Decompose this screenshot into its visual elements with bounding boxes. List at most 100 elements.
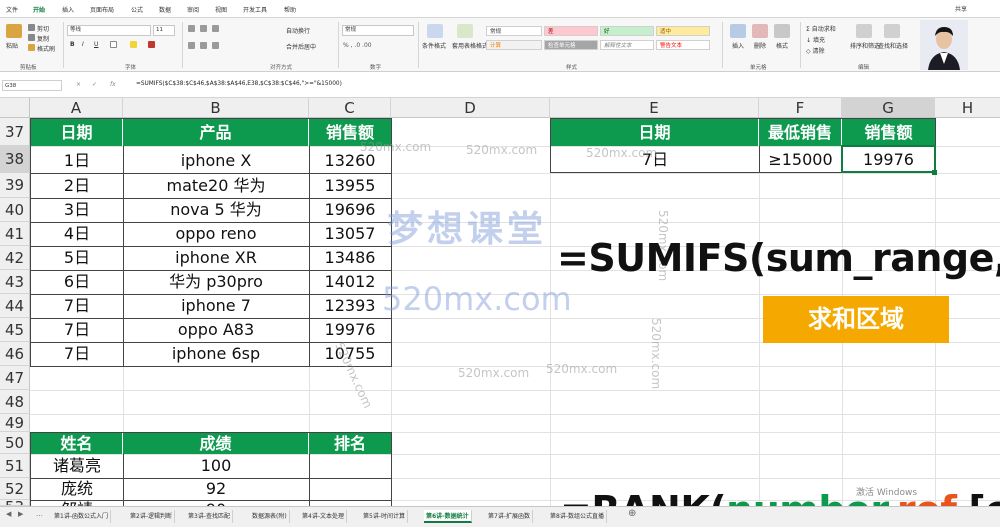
tab-developer[interactable]: 开发工具 xyxy=(243,5,267,14)
sales-cell[interactable]: 13486 xyxy=(309,246,391,270)
col-header-h[interactable]: H xyxy=(935,98,1000,118)
sales-cell[interactable]: 12393 xyxy=(309,294,391,318)
share-button[interactable]: 共享 xyxy=(955,4,967,13)
font-size-select[interactable]: 11 xyxy=(153,25,175,36)
find-select-icon[interactable] xyxy=(884,24,900,38)
name-box[interactable]: G38 xyxy=(2,80,62,91)
style-check-cell[interactable]: 检查单元格 xyxy=(544,40,598,50)
score-cell[interactable]: 诸葛亮 xyxy=(31,454,123,478)
lookup-min-sales-cell[interactable]: ≥15000 xyxy=(759,147,842,173)
style-calculation[interactable]: 计算 xyxy=(486,40,542,50)
cut-icon[interactable] xyxy=(28,24,35,31)
row-header-41[interactable]: 41 xyxy=(0,222,30,246)
tab-file[interactable]: 文件 xyxy=(6,5,18,14)
add-sheet-icon[interactable]: ⊕ xyxy=(628,508,636,519)
style-neutral[interactable]: 适中 xyxy=(656,26,710,36)
style-good[interactable]: 好 xyxy=(600,26,654,36)
sales-cell[interactable]: 4日 xyxy=(31,222,123,246)
delete-cells-button[interactable]: 删除 xyxy=(754,41,766,50)
conditional-format-icon[interactable] xyxy=(427,24,443,38)
number-format-select[interactable]: 常规 xyxy=(342,25,414,36)
formula-input[interactable]: =SUMIFS($C$38:$C$46,$A$38:$A$46,E38,$C$3… xyxy=(136,81,342,87)
tab-page-layout[interactable]: 页面布局 xyxy=(90,5,114,14)
enter-icon[interactable]: ✓ xyxy=(92,81,103,88)
align-middle-icon[interactable] xyxy=(200,25,207,32)
style-warning[interactable]: 警告文本 xyxy=(656,40,710,50)
col-header-a[interactable]: A xyxy=(30,98,123,118)
sheet-tab[interactable]: 数据源表(附) xyxy=(250,510,290,523)
tab-data[interactable]: 数据 xyxy=(159,5,171,14)
sales-cell[interactable]: 7日 xyxy=(31,342,123,366)
sort-filter-icon[interactable] xyxy=(856,24,872,38)
cut-button[interactable]: 剪切 xyxy=(37,24,49,33)
row-header-52[interactable]: 52 xyxy=(0,478,30,500)
paste-button[interactable]: 粘贴 xyxy=(6,41,18,50)
cancel-icon[interactable]: × xyxy=(76,81,87,88)
sheet-more-icon[interactable]: … xyxy=(36,510,43,518)
sales-cell[interactable]: 14012 xyxy=(309,270,391,294)
select-all-corner[interactable] xyxy=(0,98,30,118)
row-header-46[interactable]: 46 xyxy=(0,342,30,366)
row-header-47[interactable]: 47 xyxy=(0,366,30,390)
sales-cell[interactable]: 19696 xyxy=(309,198,391,222)
conditional-format-button[interactable]: 条件格式 xyxy=(422,41,446,50)
sales-cell[interactable]: 1日 xyxy=(31,147,123,174)
sort-filter-button[interactable]: 排序和筛选 xyxy=(850,41,880,50)
sales-cell[interactable]: mate20 华为 xyxy=(123,173,309,198)
sales-cell[interactable]: iphone 7 xyxy=(123,294,309,318)
format-painter-button[interactable]: 格式刷 xyxy=(37,44,55,53)
row-header-48[interactable]: 48 xyxy=(0,390,30,414)
clear-button[interactable]: ◇ 清除 xyxy=(806,46,825,55)
underline-button[interactable]: U xyxy=(94,41,98,48)
copy-icon[interactable] xyxy=(28,34,35,41)
wrap-text-button[interactable]: 自动换行 xyxy=(286,26,310,35)
tab-formulas[interactable]: 公式 xyxy=(131,5,143,14)
sales-cell[interactable]: oppo A83 xyxy=(123,318,309,342)
tab-insert[interactable]: 插入 xyxy=(62,5,74,14)
sales-cell[interactable]: oppo reno xyxy=(123,222,309,246)
align-center-icon[interactable] xyxy=(200,42,207,49)
sheet-next-icon[interactable]: ▶ xyxy=(18,510,23,518)
fill-handle[interactable] xyxy=(932,170,937,175)
sales-cell[interactable]: 6日 xyxy=(31,270,123,294)
row-header-50[interactable]: 50 xyxy=(0,432,30,454)
fill-color-icon[interactable] xyxy=(130,41,137,48)
sheet-tab[interactable]: 第8讲-数组公式直播 xyxy=(548,510,607,523)
sheet-tab-active[interactable]: 第6讲-数据统计 xyxy=(424,510,472,523)
sales-cell[interactable]: 2日 xyxy=(31,173,123,198)
align-right-icon[interactable] xyxy=(212,42,219,49)
sheet-tab[interactable]: 第3讲-查找匹配 xyxy=(186,510,233,523)
format-cells-icon[interactable] xyxy=(774,24,790,38)
tab-review[interactable]: 审阅 xyxy=(187,5,199,14)
score-cell[interactable]: 92 xyxy=(123,478,309,500)
row-header-43[interactable]: 43 xyxy=(0,270,30,294)
row-header-38[interactable]: 38 xyxy=(0,146,30,173)
format-painter-icon[interactable] xyxy=(28,44,35,51)
style-explanatory[interactable]: 解释性文本 xyxy=(600,40,654,50)
fill-button[interactable]: ↓ 填充 xyxy=(806,35,825,44)
sales-cell[interactable]: iphone XR xyxy=(123,246,309,270)
border-icon[interactable] xyxy=(110,41,117,48)
sheet-tab[interactable]: 第1讲-函数公式入门 xyxy=(52,510,111,523)
copy-button[interactable]: 复制 xyxy=(37,34,49,43)
sales-cell[interactable]: 3日 xyxy=(31,198,123,222)
sales-cell[interactable]: 5日 xyxy=(31,246,123,270)
sales-cell[interactable]: 13955 xyxy=(309,173,391,198)
paste-icon[interactable] xyxy=(6,24,22,38)
sales-cell[interactable]: 7日 xyxy=(31,318,123,342)
table-format-icon[interactable] xyxy=(457,24,473,38)
col-header-g[interactable]: G xyxy=(842,98,935,118)
tab-view[interactable]: 视图 xyxy=(215,5,227,14)
sales-cell[interactable]: 华为 p30pro xyxy=(123,270,309,294)
font-color-icon[interactable] xyxy=(148,41,155,48)
sheet-tab[interactable]: 第4讲-文本处理 xyxy=(300,510,347,523)
find-select-button[interactable]: 查找和选择 xyxy=(878,41,908,50)
align-left-icon[interactable] xyxy=(188,42,195,49)
style-bad[interactable]: 差 xyxy=(544,26,598,36)
sales-cell[interactable]: nova 5 华为 xyxy=(123,198,309,222)
autosum-button[interactable]: Σ 自动求和 xyxy=(806,24,836,33)
sheet-tab[interactable]: 第5讲-时间计算 xyxy=(361,510,408,523)
sheet-prev-icon[interactable]: ◀ xyxy=(6,510,11,518)
style-normal[interactable]: 常规 xyxy=(486,26,542,36)
row-header-51[interactable]: 51 xyxy=(0,454,30,478)
